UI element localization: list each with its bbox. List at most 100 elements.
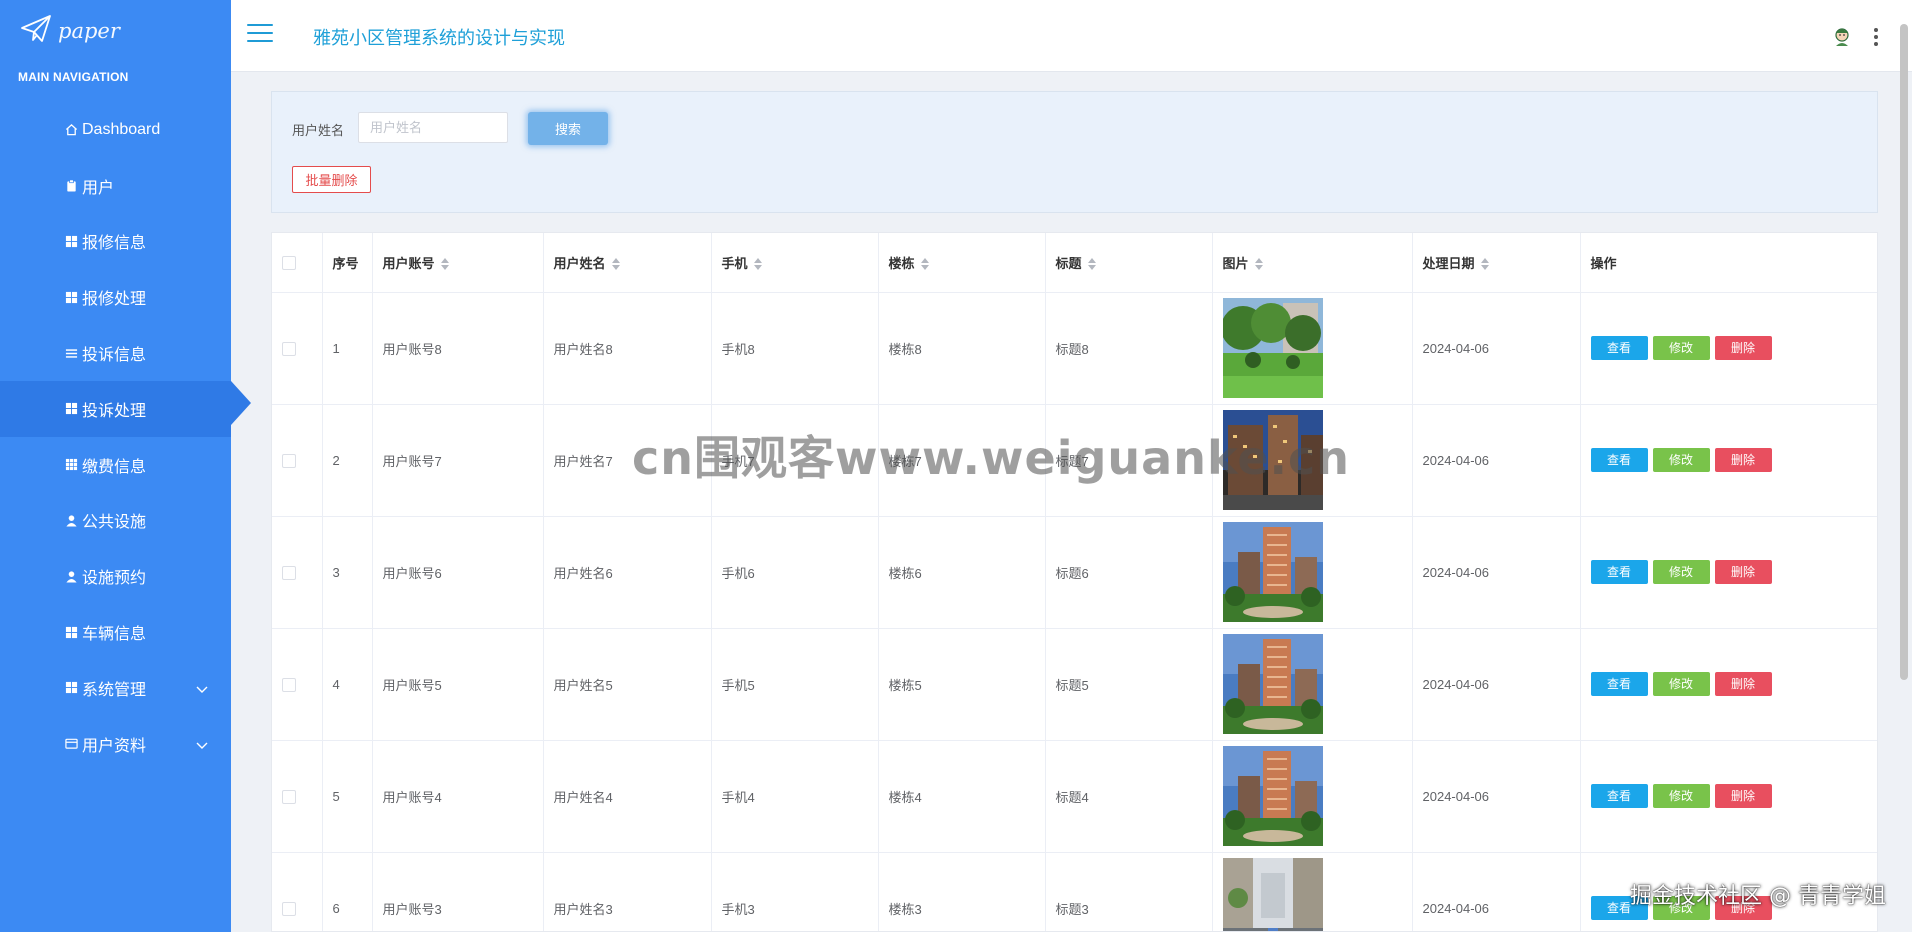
sidebar-item-1[interactable]: 用户 — [0, 158, 231, 214]
view-button[interactable]: 查看 — [1590, 784, 1648, 808]
view-button[interactable]: 查看 — [1590, 560, 1648, 584]
watermark-overlay: cn围观客www.weiguanke.cn — [632, 431, 1351, 485]
sidebar-item-2[interactable]: 报修信息 — [0, 214, 231, 270]
cell-actions: 查看 修改 删除 — [1580, 740, 1877, 853]
grid-icon — [64, 402, 78, 416]
menu-toggle-icon[interactable] — [247, 24, 273, 46]
table-row: 5 用户账号4 用户姓名4 手机4 楼栋4 标题4 2024-04-06 查看 修改 删除 — [272, 740, 1877, 853]
table-row: 4 用户账号5 用户姓名5 手机5 楼栋5 标题5 2024-04-06 查看 修改 删除 — [272, 628, 1877, 741]
row-select-cell — [272, 852, 323, 931]
view-button[interactable]: 查看 — [1590, 672, 1648, 696]
delete-button[interactable]: 删除 — [1714, 336, 1772, 360]
row-checkbox[interactable] — [282, 901, 296, 916]
column-header-building[interactable]: 楼栋 — [878, 233, 1046, 293]
sidebar-item-label: 设施预约 — [82, 570, 147, 588]
sidebar-item-label: 投诉处理 — [82, 402, 147, 420]
more-options-icon[interactable] — [1873, 28, 1879, 46]
view-button[interactable]: 查看 — [1590, 448, 1648, 472]
sort-icon[interactable] — [1254, 258, 1263, 271]
chevron-down-icon[interactable] — [195, 738, 209, 752]
sidebar-item-4[interactable]: 投诉信息 — [0, 325, 231, 381]
delete-button[interactable]: 删除 — [1714, 672, 1772, 696]
sort-icon[interactable] — [920, 258, 929, 271]
sort-icon[interactable] — [1480, 258, 1489, 271]
chevron-down-icon[interactable] — [195, 682, 209, 696]
select-all-cell — [272, 233, 323, 293]
cell-date: 2024-04-06 — [1412, 292, 1581, 405]
delete-button[interactable]: 删除 — [1714, 448, 1772, 472]
column-header-image[interactable]: 图片 — [1212, 233, 1413, 293]
tower-building-garden-image[interactable] — [1222, 746, 1323, 846]
sidebar-item-7[interactable]: 公共设施 — [0, 493, 231, 549]
cell-image — [1212, 740, 1413, 853]
list-icon — [64, 346, 78, 360]
tower-building-garden-image[interactable] — [1222, 634, 1323, 734]
column-header-account[interactable]: 用户账号 — [372, 233, 544, 293]
column-header-name[interactable]: 用户姓名 — [543, 233, 712, 293]
edit-button[interactable]: 修改 — [1652, 784, 1710, 808]
cell-name: 用户姓名5 — [543, 628, 712, 741]
sidebar-item-5[interactable]: 投诉处理 — [0, 380, 251, 437]
corner-watermark: 掘金技术社区 @ 青青学姐 — [1630, 884, 1886, 909]
sidebar-item-10[interactable]: 系统管理 — [0, 660, 231, 716]
sidebar-item-8[interactable]: 设施预约 — [0, 548, 231, 604]
edit-button[interactable]: 修改 — [1652, 448, 1710, 472]
row-select-cell — [272, 740, 323, 853]
view-button[interactable]: 查看 — [1590, 336, 1648, 360]
sidebar-item-3[interactable]: 报修处理 — [0, 269, 231, 325]
column-header-index: 序号 — [322, 233, 373, 293]
cell-date: 2024-04-06 — [1412, 404, 1581, 517]
cell-actions: 查看 修改 删除 — [1580, 404, 1877, 517]
edit-button[interactable]: 修改 — [1652, 672, 1710, 696]
row-checkbox[interactable] — [282, 789, 296, 804]
search-button[interactable]: 搜索 — [528, 112, 608, 145]
cell-name: 用户姓名6 — [543, 516, 712, 629]
sort-icon[interactable] — [611, 258, 620, 271]
page-scrollbar[interactable] — [1900, 24, 1908, 680]
sort-icon[interactable] — [1087, 258, 1096, 271]
row-checkbox[interactable] — [282, 341, 296, 356]
table-row: 3 用户账号6 用户姓名6 手机6 楼栋6 标题6 2024-04-06 查看 修改 删除 — [272, 516, 1877, 629]
column-header-title[interactable]: 标题 — [1045, 233, 1213, 293]
select-all-checkbox[interactable] — [282, 256, 296, 271]
delete-button[interactable]: 删除 — [1714, 560, 1772, 584]
cell-account: 用户账号5 — [372, 628, 544, 741]
cell-name: 用户姓名8 — [543, 292, 712, 405]
row-select-cell — [272, 516, 323, 629]
sidebar-item-9[interactable]: 车辆信息 — [0, 604, 231, 660]
username-search-input[interactable] — [358, 112, 508, 143]
edit-button[interactable]: 修改 — [1652, 560, 1710, 584]
sort-icon[interactable] — [440, 258, 449, 271]
park-garden-image[interactable] — [1222, 298, 1323, 398]
logo[interactable]: paper — [20, 14, 120, 48]
street-parking-image[interactable] — [1222, 858, 1323, 931]
cell-actions: 查看 修改 删除 — [1580, 292, 1877, 405]
nav-section-title: MAIN NAVIGATION — [18, 70, 129, 84]
tower-building-garden-image[interactable] — [1222, 522, 1323, 622]
row-checkbox[interactable] — [282, 453, 296, 468]
sidebar-nav: Dashboard 用户 报修信息 报修处理 投诉信息投诉处理缴费信息 公共设施设施预约车… — [0, 102, 251, 772]
row-checkbox[interactable] — [282, 565, 296, 580]
sidebar-item-11[interactable]: 用户资料 — [0, 716, 231, 772]
cell-index: 2 — [322, 404, 373, 517]
user-icon — [64, 513, 78, 527]
sidebar-item-6[interactable]: 缴费信息 — [0, 437, 231, 493]
cell-actions: 查看 修改 删除 — [1580, 516, 1877, 629]
search-label: 用户姓名 — [292, 123, 345, 138]
user-avatar-icon[interactable] — [1832, 26, 1852, 48]
cell-image — [1212, 852, 1413, 931]
sidebar-item-0[interactable]: Dashboard — [0, 102, 231, 158]
cell-date: 2024-04-06 — [1412, 740, 1581, 853]
row-checkbox[interactable] — [282, 677, 296, 692]
sort-icon[interactable] — [753, 258, 762, 271]
cell-title: 标题5 — [1045, 628, 1213, 741]
delete-button[interactable]: 删除 — [1714, 784, 1772, 808]
id-card-icon — [64, 737, 78, 751]
cell-account: 用户账号7 — [372, 404, 544, 517]
column-header-phone[interactable]: 手机 — [711, 233, 879, 293]
cell-image — [1212, 292, 1413, 405]
edit-button[interactable]: 修改 — [1652, 336, 1710, 360]
column-header-date[interactable]: 处理日期 — [1412, 233, 1581, 293]
user-icon — [64, 569, 78, 583]
batch-delete-button[interactable]: 批量删除 — [292, 166, 371, 193]
